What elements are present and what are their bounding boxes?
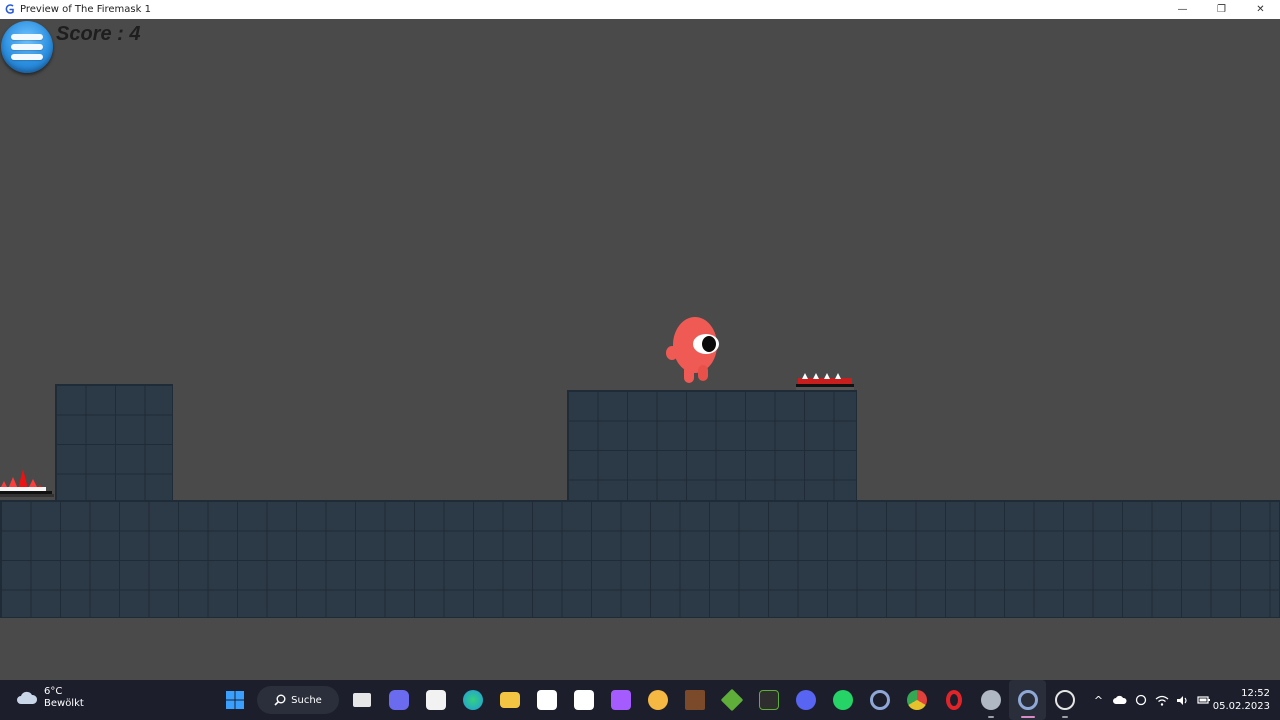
minecraft-dungeons-button[interactable]: [676, 680, 713, 720]
minecraft-dungeons-icon: [684, 690, 705, 710]
clock-time: 12:52: [1241, 688, 1270, 699]
obs-icon: [1054, 690, 1075, 710]
settings-icon: [980, 690, 1001, 710]
file-explorer-icon: [499, 692, 520, 708]
close-button[interactable]: ✕: [1241, 0, 1280, 19]
window-title: Preview of The Firemask 1: [20, 4, 151, 15]
discord-icon: [795, 690, 816, 710]
onedrive-icon[interactable]: [1109, 680, 1130, 720]
capcut-icon: [573, 690, 594, 710]
opera-button[interactable]: [935, 680, 972, 720]
middle-tile-platform: [567, 390, 857, 506]
spike-trap-right: [796, 372, 854, 390]
file-explorer-button[interactable]: [491, 680, 528, 720]
start-button[interactable]: [216, 680, 253, 720]
edge-button[interactable]: [454, 680, 491, 720]
wifi-icon[interactable]: [1151, 680, 1172, 720]
obs-button[interactable]: [1046, 680, 1083, 720]
menu-bar-icon: [11, 44, 43, 50]
minimize-button[interactable]: —: [1163, 0, 1202, 19]
left-tile-block: [55, 384, 173, 501]
opera-icon: [945, 690, 962, 710]
gdevelop-button[interactable]: [861, 680, 898, 720]
clock-date: 05.02.2023: [1212, 701, 1270, 712]
spike-trap-left: [0, 467, 54, 497]
battery-icon[interactable]: [1193, 680, 1214, 720]
store-button[interactable]: [417, 680, 454, 720]
clipchamp-icon: [610, 690, 631, 710]
minecraft-launcher-icon: [758, 690, 779, 710]
minecraft-launcher-button[interactable]: [750, 680, 787, 720]
window-controls: — ❐ ✕: [1163, 0, 1280, 19]
cloud-icon: [17, 691, 38, 704]
whatsapp-button[interactable]: [824, 680, 861, 720]
search-button[interactable]: Suche: [257, 686, 339, 714]
gdevelop-app-icon: [4, 4, 15, 15]
amazon-icon: [536, 690, 557, 710]
task-view-button[interactable]: [343, 680, 380, 720]
window-title-bar: Preview of The Firemask 1 — ❐ ✕: [0, 0, 1280, 19]
game-canvas[interactable]: Score : 4: [0, 19, 1280, 680]
task-view-icon: [352, 693, 371, 707]
taskbar-apps: Suche: [216, 680, 1083, 720]
discord-button[interactable]: [787, 680, 824, 720]
edge-icon: [462, 690, 483, 710]
gdevelop-active-icon: [1017, 690, 1038, 710]
speedcrunch-button[interactable]: [639, 680, 676, 720]
windows-start-icon: [225, 691, 244, 709]
whatsapp-icon: [832, 690, 853, 710]
weather-widget[interactable]: 6°C Bewölkt: [16, 686, 84, 710]
menu-bar-icon: [11, 54, 43, 60]
chrome-icon: [906, 690, 927, 710]
minecraft-icon: [720, 688, 743, 712]
clipchamp-button[interactable]: [602, 680, 639, 720]
weather-temperature: 6°C: [44, 686, 63, 697]
search-icon: [274, 694, 286, 706]
teams-chat-button[interactable]: [380, 680, 417, 720]
ground-tiles: [0, 500, 1280, 618]
chrome-button[interactable]: [898, 680, 935, 720]
settings-button[interactable]: [972, 680, 1009, 720]
volume-icon[interactable]: [1172, 680, 1193, 720]
menu-button[interactable]: [1, 21, 53, 73]
clock[interactable]: 12:52 05.02.2023: [1212, 687, 1280, 713]
menu-bar-icon: [11, 34, 43, 40]
store-icon: [425, 690, 446, 710]
restore-button[interactable]: ❐: [1202, 0, 1241, 19]
system-tray: ^ 12:52 05.02.2023: [1088, 680, 1280, 720]
search-label: Suche: [291, 694, 322, 706]
player-character: [662, 315, 722, 387]
taskbar: 6°C Bewölkt Suche ^ 12:52 05.02.2023: [0, 680, 1280, 720]
teams-chat-icon: [388, 690, 409, 710]
gdevelop-active-button[interactable]: [1009, 680, 1046, 720]
capcut-button[interactable]: [565, 680, 602, 720]
weather-condition: Bewölkt: [44, 698, 84, 709]
sync-icon[interactable]: [1130, 680, 1151, 720]
show-hidden-icons-button[interactable]: ^: [1088, 680, 1109, 720]
score-label: Score : 4: [56, 23, 141, 45]
gdevelop-icon: [869, 690, 890, 710]
speedcrunch-icon: [647, 690, 668, 710]
amazon-button[interactable]: [528, 680, 565, 720]
minecraft-button[interactable]: [713, 680, 750, 720]
